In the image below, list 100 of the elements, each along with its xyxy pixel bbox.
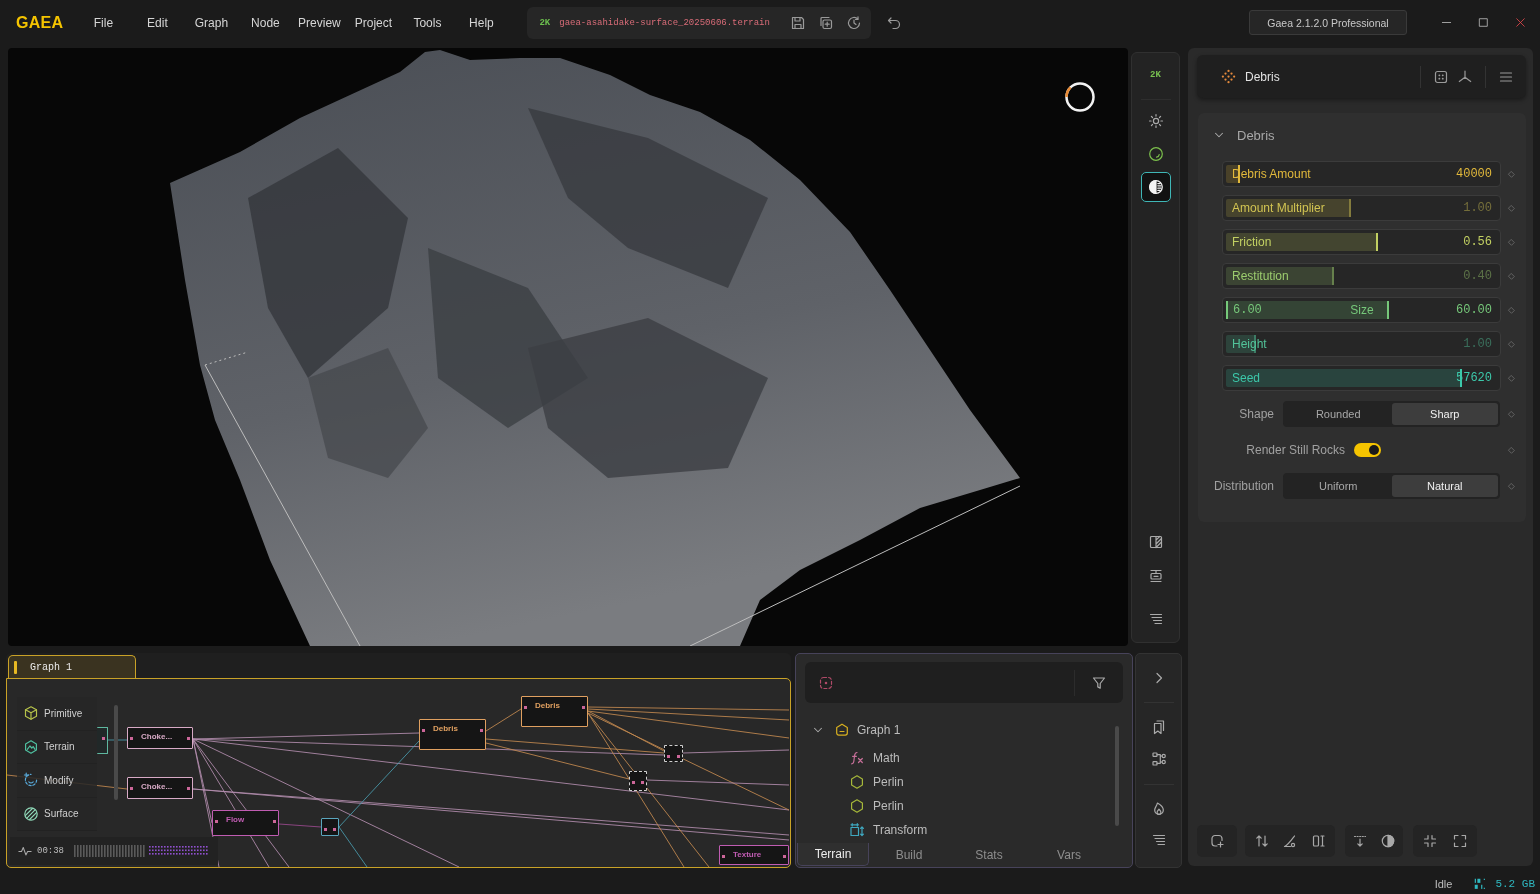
chip-icon [1433, 68, 1449, 85]
menu-item[interactable]: Graph [184, 12, 239, 33]
close-icon [1515, 17, 1526, 28]
node-graph-canvas[interactable]: Choke... Choke... Flow Debris Debris Texture Primitive Terrain Modify Surface 00:38 [6, 678, 791, 868]
list-icon [1147, 611, 1164, 627]
slider-label: Amount Multiplier [1232, 201, 1325, 215]
timer-text: 00:38 [37, 846, 64, 856]
slider-track[interactable]: Amount Multiplier 1.00 [1222, 195, 1501, 221]
loading-ring-icon [1064, 81, 1096, 113]
slider-track[interactable]: Height 1.00 [1222, 331, 1501, 357]
node-name: Debris [1245, 69, 1280, 84]
panel-tab[interactable]: Vars [1029, 843, 1109, 866]
slider-value: 1.00 [1463, 337, 1492, 351]
segment-option[interactable]: Natural [1391, 475, 1498, 497]
ruler-icon [1147, 568, 1164, 584]
graph-node[interactable]: Debris [521, 696, 588, 727]
graph-node[interactable]: Flow [212, 810, 279, 836]
range-slider-track[interactable]: 6.00 Size 60.00 [1222, 297, 1501, 323]
filter-icon [1091, 674, 1107, 691]
reroute-node[interactable] [321, 818, 339, 836]
reroute-node[interactable] [664, 745, 683, 762]
slider-value: 60.00 [1456, 303, 1492, 317]
segment-option[interactable]: Rounded [1285, 403, 1392, 425]
field-label: Distribution [1212, 479, 1275, 493]
hexagon-icon [849, 798, 865, 814]
segment-option[interactable]: Sharp [1391, 403, 1498, 425]
node-tree-icon [1150, 751, 1167, 767]
graph-node[interactable]: Texture [719, 845, 789, 865]
graph-icon [834, 722, 850, 738]
surface-icon [23, 805, 39, 822]
slider-label: Restitution [1232, 269, 1289, 283]
lighting-icon [1147, 179, 1164, 195]
tree-item[interactable]: Perlin [811, 794, 1091, 818]
slider-track[interactable]: Friction 0.56 [1222, 229, 1501, 255]
duplicate-icon [818, 14, 835, 31]
maximize-icon [1478, 17, 1489, 28]
graph-tab[interactable]: Graph 1 [8, 655, 136, 678]
slider-track[interactable]: Restitution 0.40 [1222, 263, 1501, 289]
sphere-icon [1147, 146, 1164, 162]
section-title: Debris [1237, 127, 1275, 143]
menu-item[interactable]: Help [454, 12, 509, 33]
menu-item[interactable]: Project [346, 12, 401, 33]
tree-item[interactable]: Math [811, 746, 1091, 770]
menu-item[interactable]: Tools [400, 12, 455, 33]
wire [485, 708, 522, 732]
menu-item[interactable]: Node [238, 12, 293, 33]
function-icon [849, 750, 865, 766]
status-text: Idle [1434, 878, 1453, 890]
bits-icon [1474, 878, 1487, 890]
pulse-icon [18, 844, 32, 858]
tree-item[interactable]: Perlin [811, 770, 1091, 794]
focus-icon [818, 674, 834, 691]
slider-value: 0.56 [1463, 235, 1492, 249]
wire [107, 739, 128, 741]
transform-icon [849, 822, 865, 838]
tree-item[interactable]: Transform [811, 818, 1091, 842]
toggle-switch[interactable] [1354, 443, 1381, 457]
field-label: Shape [1238, 407, 1275, 421]
modify-icon [23, 772, 39, 789]
range-handle[interactable] [1226, 301, 1228, 319]
collapse-icon [1422, 833, 1439, 849]
segment-option[interactable]: Uniform [1285, 475, 1392, 497]
dots-icon [1221, 69, 1236, 84]
menu-item[interactable]: File [76, 12, 131, 33]
viewport[interactable] [8, 48, 1128, 646]
slider-label: Size [1350, 303, 1374, 317]
bracket-icon [1310, 833, 1327, 849]
panel-tab[interactable]: Stats [949, 843, 1029, 866]
curve-icon [1282, 833, 1298, 849]
graph-node[interactable]: Choke... [127, 777, 193, 799]
toggle-label: Render Still Rocks [1245, 443, 1346, 457]
terrain-icon [23, 738, 39, 755]
slider-value: 0.40 [1463, 269, 1492, 283]
menu-item[interactable]: Preview [292, 12, 347, 33]
arrow-down-icon [1352, 833, 1369, 849]
tree-item[interactable]: Graph 1 [811, 718, 1091, 742]
version-button[interactable]: Gaea 2.1.2.0 Professional [1249, 10, 1407, 35]
slider-label: Height [1232, 337, 1267, 351]
panel-tab[interactable]: Terrain [797, 843, 869, 866]
scrollbar[interactable] [1115, 726, 1119, 826]
search-field[interactable] [805, 662, 1123, 703]
save-icon [790, 14, 807, 31]
half-circle-icon [1379, 833, 1396, 849]
graph-node[interactable]: Debris [419, 719, 486, 750]
graph-node[interactable]: Choke... [127, 727, 193, 749]
slider-value: 1.00 [1463, 201, 1492, 215]
graph-node[interactable] [97, 727, 108, 754]
slider-value: 40000 [1456, 167, 1492, 181]
app-logo: GAEA [16, 13, 64, 32]
progress-dots-drawing [149, 846, 209, 856]
swap-arrows-icon [1253, 833, 1270, 849]
slider-value: 6.00 [1233, 303, 1262, 317]
panel-tab[interactable]: Build [869, 843, 949, 866]
scrollbar[interactable] [114, 705, 118, 800]
lighting-button[interactable] [1140, 172, 1171, 202]
resolution-button[interactable]: 2K [1140, 60, 1171, 90]
menu-item[interactable]: Edit [130, 12, 185, 33]
history-icon [846, 14, 863, 31]
reroute-node[interactable] [629, 771, 647, 791]
slider-label: Friction [1232, 235, 1272, 249]
